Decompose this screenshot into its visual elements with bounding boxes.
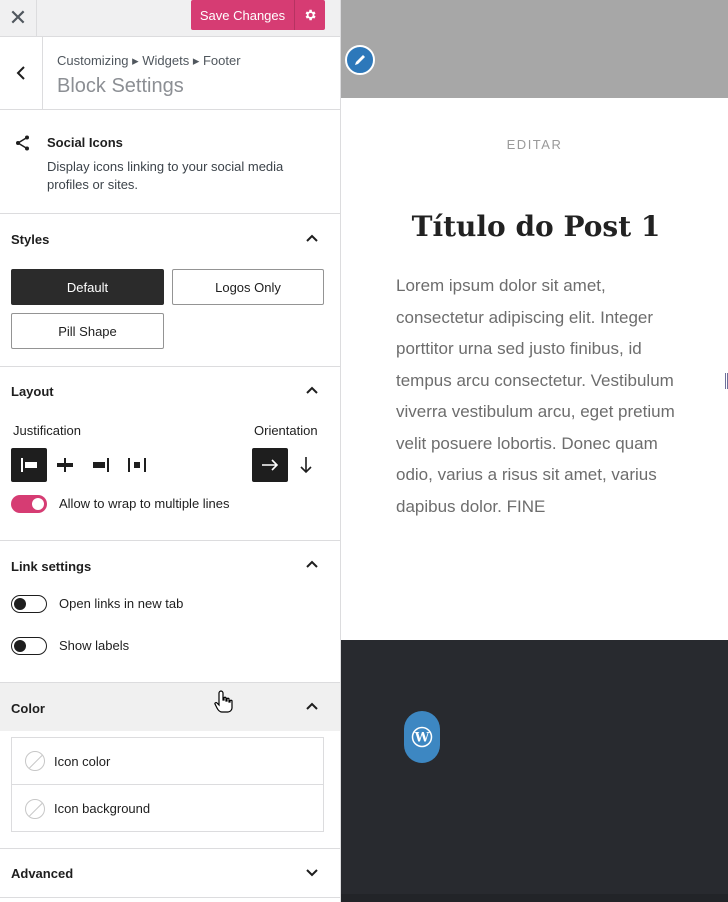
preview-header [341,0,728,98]
show-labels-toggle[interactable] [11,637,47,655]
styles-title: Styles [11,232,50,247]
post-title: Título do Post 1 [411,210,661,243]
orientation-vertical-button[interactable] [288,448,324,482]
icon-color-item[interactable]: Icon color [12,738,323,785]
edit-link[interactable]: EDITAR [341,137,728,152]
pencil-icon[interactable] [345,45,375,75]
back-button[interactable] [0,37,43,109]
new-tab-label: Open links in new tab [59,596,184,611]
wordpress-icon: W [411,726,433,748]
footer-area: W [341,640,728,902]
color-list: Icon color Icon background [11,737,324,832]
styles-panel: Styles Default Logos Only Pill Shape [0,214,340,367]
color-title: Color [11,701,45,716]
chevron-up-icon[interactable] [306,386,318,394]
wrap-toggle[interactable] [11,495,47,513]
breadcrumb: Customizing ▸ Widgets ▸ Footer [57,53,241,68]
color-panel: Color Icon color Icon background [0,683,340,849]
link-settings-panel: Link settings Open links in new tab Show… [0,541,340,683]
toggle-knob [14,640,26,652]
wordpress-social-icon[interactable]: W [404,711,440,763]
orientation-horizontal-button[interactable] [252,448,288,482]
chevron-left-icon [16,66,25,80]
chevron-up-icon[interactable] [306,234,318,242]
icon-background-label: Icon background [54,801,151,816]
chevron-up-icon[interactable] [306,560,318,568]
justify-center-icon [57,458,73,472]
color-panel-header[interactable]: Color [0,683,340,731]
orientation-label: Orientation [254,423,318,438]
post-body: Lorem ipsum dolor sit amet, consectetur … [396,276,675,516]
customizer-panel: ✕ Save Changes Customizing ▸ Widgets ▸ F… [0,0,341,902]
site-preview: EDITAR Título do Post 1 Lorem ipsum dolo… [341,0,728,902]
style-pill-shape-button[interactable]: Pill Shape [11,313,164,349]
new-tab-toggle[interactable] [11,595,47,613]
style-logos-only-button[interactable]: Logos Only [172,269,324,305]
justify-space-between-icon [128,458,146,472]
arrow-down-icon [300,457,312,474]
chevron-down-icon[interactable] [306,869,318,877]
save-button-group: Save Changes [191,0,325,30]
show-labels-label: Show labels [59,638,130,653]
justify-right-button[interactable] [83,448,119,482]
close-icon[interactable]: ✕ [0,0,37,36]
page-title: Block Settings [57,75,184,97]
justify-left-icon [21,458,37,472]
toggle-knob [32,498,44,510]
style-default-button[interactable]: Default [11,269,164,305]
icon-color-label: Icon color [54,753,111,769]
svg-text:W: W [414,731,430,746]
justify-right-icon [93,458,109,472]
color-swatch-icon [25,798,45,819]
justify-left-button[interactable] [11,448,47,482]
share-icon [16,135,29,151]
block-name: Social Icons [47,135,123,150]
justify-center-button[interactable] [47,448,83,482]
advanced-panel[interactable]: Advanced [0,849,340,898]
gear-icon[interactable] [295,0,325,30]
color-swatch-icon [25,751,45,771]
advanced-title: Advanced [11,866,74,881]
justification-label: Justification [13,423,81,438]
wrap-label: Allow to wrap to multiple lines [59,496,230,511]
section-header: Customizing ▸ Widgets ▸ Footer Block Set… [0,37,340,110]
customizer-topbar: ✕ Save Changes [0,0,340,37]
arrow-right-icon [262,459,279,471]
chevron-up-icon[interactable] [306,702,318,710]
justify-space-between-button[interactable] [119,448,155,482]
layout-panel: Layout Justification Orientation Allow t… [0,367,340,541]
block-description: Display icons linking to your social med… [47,159,284,192]
block-card: Social Icons Display icons linking to yo… [0,110,340,214]
layout-title: Layout [11,384,54,399]
save-changes-button[interactable]: Save Changes [191,0,295,30]
toggle-knob [14,598,26,610]
icon-background-item[interactable]: Icon background [12,785,323,832]
footer-bottom-bar [341,894,728,902]
hand-cursor-icon [214,690,233,713]
link-settings-title: Link settings [11,559,92,574]
